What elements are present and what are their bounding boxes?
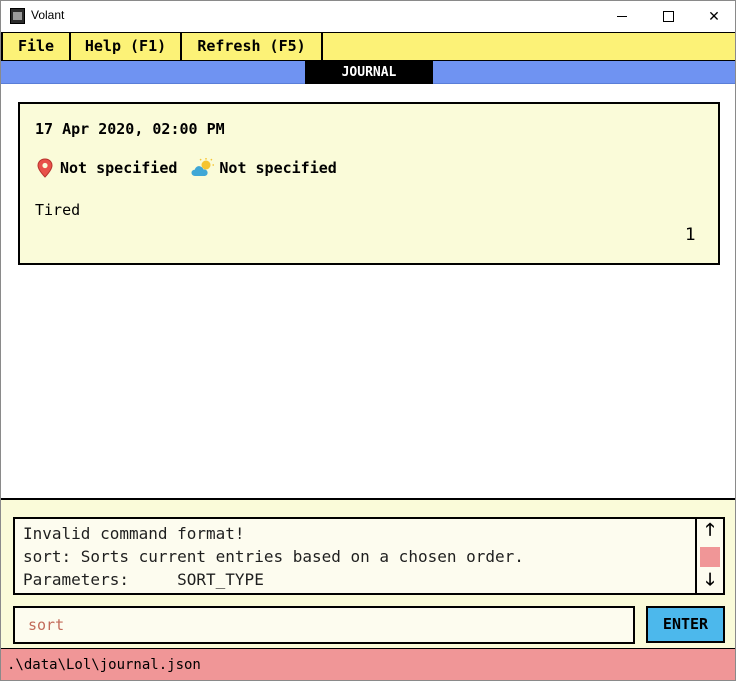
app-icon xyxy=(10,8,25,24)
close-icon: ✕ xyxy=(708,8,720,25)
menu-bar: File Help (F1) Refresh (F5) xyxy=(1,32,735,61)
result-line: Invalid command format! xyxy=(23,524,245,543)
partly-cloudy-icon xyxy=(191,158,215,176)
result-line: Parameters: SORT_TYPE xyxy=(23,570,264,589)
result-display[interactable]: Invalid command format! sort: Sorts curr… xyxy=(13,517,725,595)
minimize-button[interactable] xyxy=(599,1,645,32)
app-window: Volant ✕ File Help (F1) Refresh (F5) JOU… xyxy=(0,0,736,681)
menu-file[interactable]: File xyxy=(1,33,71,60)
entry-datetime: 17 Apr 2020, 02:00 PM xyxy=(35,120,225,138)
entry-location: Not specified xyxy=(60,159,178,177)
result-scrollbar[interactable]: 🡑 🡓 xyxy=(695,519,723,593)
result-line: sort: Sorts current entries based on a c… xyxy=(23,547,524,566)
maximize-icon xyxy=(662,11,674,22)
entry-index: 1 xyxy=(685,225,696,245)
entry-weather: Not specified xyxy=(219,159,337,177)
title-bar[interactable]: Volant ✕ xyxy=(1,1,735,32)
status-bar: .\data\Lol\journal.json xyxy=(1,648,735,680)
entry-feeling: Tired xyxy=(35,201,81,219)
entry-meta: Not specified Not specified xyxy=(36,158,337,178)
scroll-down-arrow-icon[interactable]: 🡓 xyxy=(697,569,723,593)
map-pin-icon xyxy=(37,158,53,178)
minimize-icon xyxy=(617,16,627,17)
command-area: Invalid command format! sort: Sorts curr… xyxy=(1,498,735,648)
close-button[interactable]: ✕ xyxy=(691,1,735,32)
enter-button[interactable]: ENTER xyxy=(646,606,725,643)
entry-list: 17 Apr 2020, 02:00 PM Not specified Not … xyxy=(1,84,735,498)
scroll-up-arrow-icon[interactable]: 🡑 xyxy=(697,519,723,543)
window-title: Volant xyxy=(31,8,65,22)
journal-entry-card[interactable]: 17 Apr 2020, 02:00 PM Not specified Not … xyxy=(18,102,720,265)
menu-refresh[interactable]: Refresh (F5) xyxy=(182,33,323,60)
menu-help[interactable]: Help (F1) xyxy=(71,33,182,60)
command-input[interactable] xyxy=(13,606,635,644)
maximize-button[interactable] xyxy=(645,1,691,32)
status-file-path: .\data\Lol\journal.json xyxy=(7,657,201,673)
tab-bar: JOURNAL xyxy=(1,61,735,84)
scroll-thumb[interactable] xyxy=(700,547,720,567)
tab-journal[interactable]: JOURNAL xyxy=(305,61,433,84)
